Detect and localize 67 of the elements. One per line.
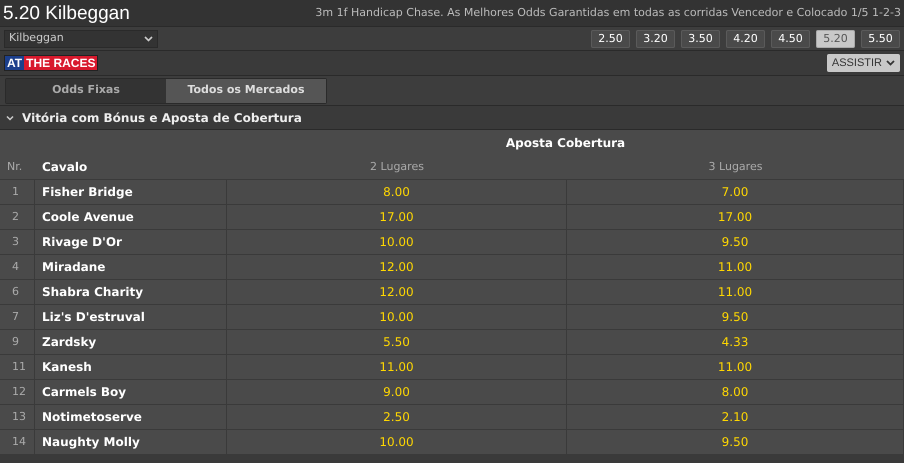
odds-button[interactable]: 5.50: [227, 330, 567, 354]
group-heading: Aposta Cobertura: [504, 134, 626, 152]
row-number: 3: [0, 230, 35, 254]
horse-name: Miradane: [35, 255, 227, 279]
odds-button[interactable]: 11.00: [227, 355, 567, 379]
horse-name: Fisher Bridge: [35, 180, 227, 204]
row-number: 7: [0, 305, 35, 329]
odds-button[interactable]: 2.50: [227, 405, 567, 429]
horse-name: Shabra Charity: [35, 280, 227, 304]
race-description: 3m 1f Handicap Chase. As Melhores Odds Garantidas em todas as corridas Vencedor e Colocado 1/5 1-2-3: [315, 4, 901, 21]
horse-name: Rivage D'Or: [35, 230, 227, 254]
odds-button[interactable]: 8.00: [567, 380, 904, 404]
watch-button[interactable]: ASSISTIR: [826, 54, 900, 72]
column-header: 2 Lugares: [369, 158, 425, 175]
row-number: 12: [0, 380, 35, 404]
race-time-button[interactable]: 3.20: [636, 30, 675, 48]
race-time-button[interactable]: 2.50: [591, 30, 630, 48]
chevron-down-icon: [6, 114, 14, 120]
horse-name: Carmels Boy: [35, 380, 227, 404]
odds-button[interactable]: 4.33: [567, 330, 904, 354]
column-header: 3 Lugares: [708, 158, 764, 175]
odds-button[interactable]: 10.00: [227, 230, 567, 254]
market-tab[interactable]: Odds Fixas: [6, 78, 166, 102]
horse-name: Notimetoserve: [35, 405, 227, 429]
odds-button[interactable]: 12.00: [227, 280, 567, 304]
odds-button[interactable]: 9.50: [567, 430, 904, 454]
row-number: 4: [0, 255, 35, 279]
row-number: 14: [0, 430, 35, 454]
chevron-down-icon: [144, 36, 153, 42]
horse-name: Kanesh: [35, 355, 227, 379]
odds-button[interactable]: 17.00: [227, 205, 567, 229]
horse-name: Naughty Molly: [35, 430, 227, 454]
odds-button[interactable]: 9.50: [567, 305, 904, 329]
at-the-races-logo: AT THE RACES: [4, 55, 98, 71]
odds-button[interactable]: 10.00: [227, 305, 567, 329]
odds-button[interactable]: 11.00: [567, 280, 904, 304]
odds-button[interactable]: 9.00: [227, 380, 567, 404]
row-number: 2: [0, 205, 35, 229]
odds-button[interactable]: 7.00: [567, 180, 904, 204]
section-title: Vitória com Bónus e Aposta de Cobertura: [22, 110, 302, 126]
row-number: 6: [0, 280, 35, 304]
race-time-button[interactable]: 4.50: [771, 30, 810, 48]
row-number: 13: [0, 405, 35, 429]
odds-button[interactable]: 12.00: [227, 255, 567, 279]
chevron-down-icon: [886, 60, 895, 66]
row-number: 9: [0, 330, 35, 354]
odds-button[interactable]: 8.00: [227, 180, 567, 204]
odds-button[interactable]: 2.10: [567, 405, 904, 429]
column-header: Cavalo: [41, 159, 88, 176]
row-number: 11: [0, 355, 35, 379]
odds-button[interactable]: 9.50: [567, 230, 904, 254]
race-title: 5.20 Kilbeggan: [3, 4, 130, 22]
odds-button[interactable]: 17.00: [567, 205, 904, 229]
odds-button[interactable]: 11.00: [567, 355, 904, 379]
odds-button[interactable]: 10.00: [227, 430, 567, 454]
horse-name: Zardsky: [35, 330, 227, 354]
race-time-button[interactable]: 5.50: [861, 30, 900, 48]
venue-select[interactable]: Kilbeggan: [4, 30, 158, 48]
race-time-button[interactable]: 3.50: [681, 30, 720, 48]
row-number: 1: [0, 180, 35, 204]
market-tab[interactable]: Todos os Mercados: [166, 78, 326, 102]
horse-name: Liz's D'estruval: [35, 305, 227, 329]
horse-name: Coole Avenue: [35, 205, 227, 229]
race-time-button[interactable]: 5.20: [816, 30, 855, 48]
odds-button[interactable]: 11.00: [567, 255, 904, 279]
race-time-button[interactable]: 4.20: [726, 30, 765, 48]
column-header: Nr.: [6, 158, 24, 175]
